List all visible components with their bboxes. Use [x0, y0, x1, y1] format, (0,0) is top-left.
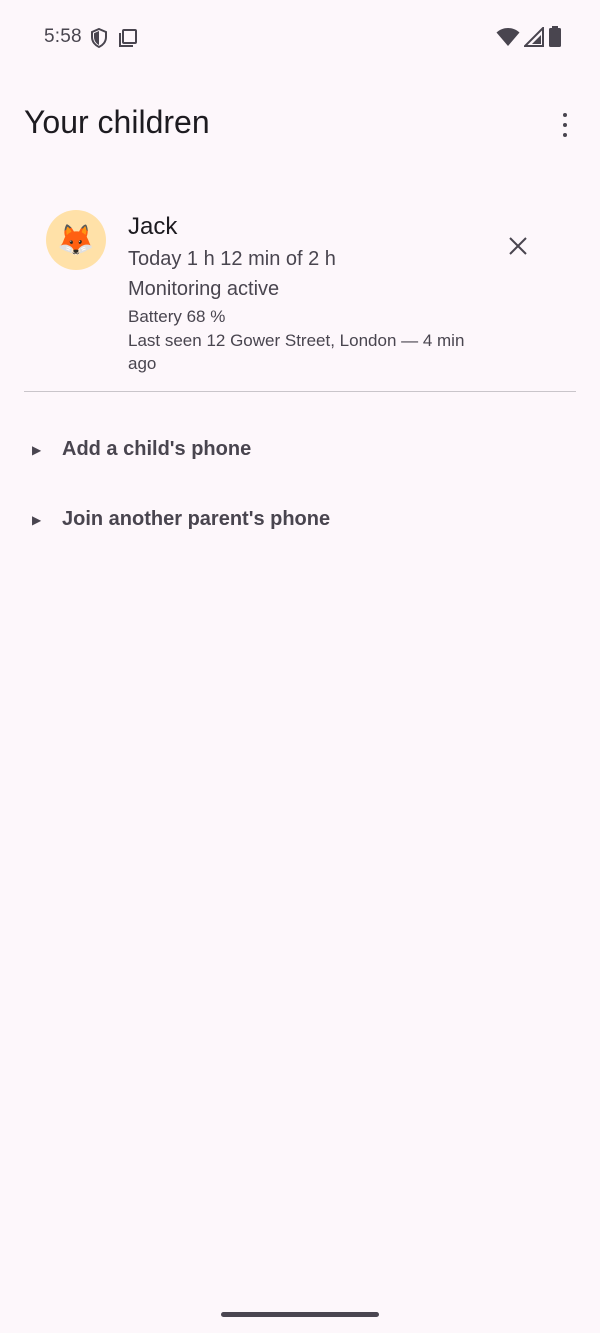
join-parent-phone-button[interactable]: ▶ Join another parent's phone [32, 508, 330, 531]
last-seen-location: Last seen 12 Gower Street, London — 4 mi… [128, 331, 465, 373]
fox-icon: 🦊 [57, 223, 95, 257]
shield-icon [90, 27, 108, 53]
child-usage: Today 1 h 12 min of 2 h [128, 248, 336, 270]
child-info: Jack Today 1 h 12 min of 2 h Monitoring … [128, 212, 468, 375]
app-header: Your children [0, 88, 600, 158]
avatar: 🦊 [46, 210, 106, 270]
close-icon [509, 237, 527, 255]
expand-arrow-icon: ▶ [32, 442, 42, 457]
status-right-icons [496, 25, 562, 53]
battery-icon [548, 26, 562, 53]
home-indicator[interactable] [221, 1312, 379, 1317]
join-parent-phone-label: Join another parent's phone [62, 508, 331, 530]
wifi-icon [496, 27, 520, 52]
monitoring-status: Monitoring active [128, 278, 280, 300]
child-name: Jack [128, 213, 178, 240]
expand-arrow-icon: ▶ [32, 512, 42, 527]
add-child-phone-label: Add a child's phone [62, 438, 252, 460]
remove-child-button[interactable] [506, 234, 530, 258]
battery-status: Battery 68 % [128, 307, 226, 326]
page-title: Your children [24, 104, 210, 140]
more-options-button[interactable] [556, 110, 574, 140]
add-child-phone-button[interactable]: ▶ Add a child's phone [32, 438, 251, 461]
status-time: 5:58 [44, 26, 82, 47]
status-bar: 5:58 [0, 0, 600, 76]
child-card[interactable]: 🦊 Jack Today 1 h 12 min of 2 h Monitorin… [24, 196, 576, 392]
clipboard-icon [118, 28, 138, 53]
more-vert-icon [563, 113, 567, 117]
status-left-icons [90, 27, 138, 53]
cellular-signal-icon [522, 25, 544, 52]
